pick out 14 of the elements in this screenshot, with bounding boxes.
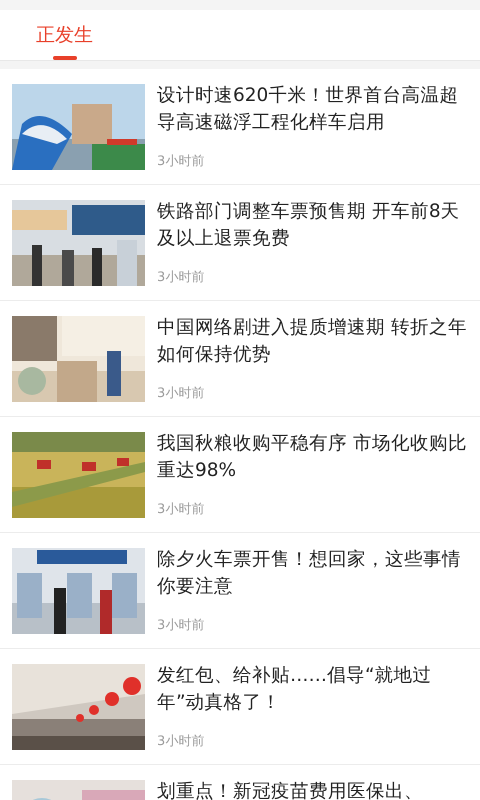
article-title[interactable]: 除夕火车票开售！想回家，这些事情你要注意 (157, 546, 468, 600)
article-time: 3小时前 (157, 153, 206, 170)
article-title[interactable]: 铁路部门调整车票预售期 开车前8天及以上退票免费 (157, 198, 468, 252)
article-title[interactable]: 设计时速620千米！世界首台高温超导高速磁浮工程化样车启用 (157, 82, 468, 136)
article-time: 3小时前 (157, 617, 206, 634)
tab[interactable]: 正发生 (22, 10, 107, 60)
article-title[interactable]: 中国网络剧进入提质增速期 转折之年如何保持优势 (157, 314, 468, 368)
article-title[interactable]: 划重点！新冠疫苗费用医保出、 (157, 778, 468, 800)
article-time: 3小时前 (157, 501, 206, 518)
article-title[interactable]: 发红包、给补贴……倡导“就地过年”动真格了！ (157, 662, 468, 716)
article-title[interactable]: 我国秋粮收购平稳有序 市场化收购比重达98% (157, 430, 468, 484)
article-time: 3小时前 (157, 269, 206, 286)
article-time: 3小时前 (157, 385, 206, 402)
article-time: 3小时前 (157, 733, 206, 750)
